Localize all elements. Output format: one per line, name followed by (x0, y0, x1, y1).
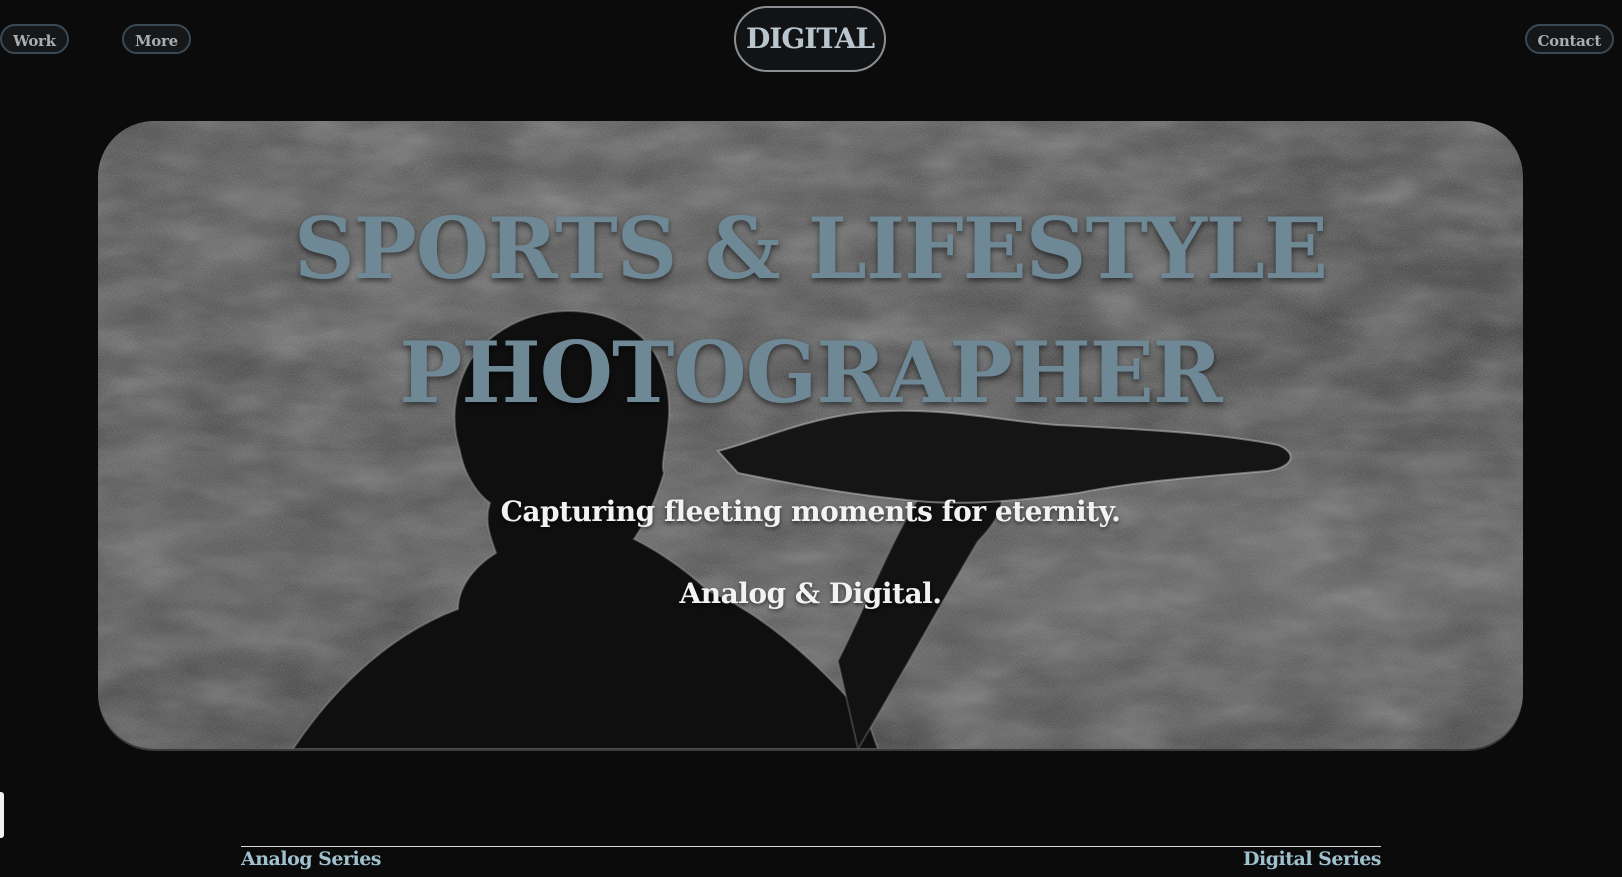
series-divider (241, 846, 1381, 847)
page: Work More DIGITAL Contact SPORTS & LIFES… (0, 0, 1622, 877)
nav-contact-button[interactable]: Contact (1524, 24, 1614, 54)
side-edge-tab[interactable] (0, 792, 4, 838)
hero-formats-text: Analog & Digital. (679, 577, 942, 610)
nav-work-button[interactable]: Work (0, 24, 69, 54)
digital-series-link[interactable]: Digital Series (1243, 848, 1381, 870)
hero-banner: SPORTS & LIFESTYLE PHOTOGRAPHER Capturin… (98, 121, 1523, 749)
hero-title-line-1: SPORTS & LIFESTYLE (293, 199, 1328, 298)
hero-title-line-2: PHOTOGRAPHER (399, 323, 1222, 422)
logo-button[interactable]: DIGITAL (734, 6, 886, 72)
analog-series-link[interactable]: Analog Series (241, 848, 381, 870)
nav-more-button[interactable]: More (122, 24, 191, 54)
hero-tagline: Capturing fleeting moments for eternity. (500, 495, 1121, 528)
